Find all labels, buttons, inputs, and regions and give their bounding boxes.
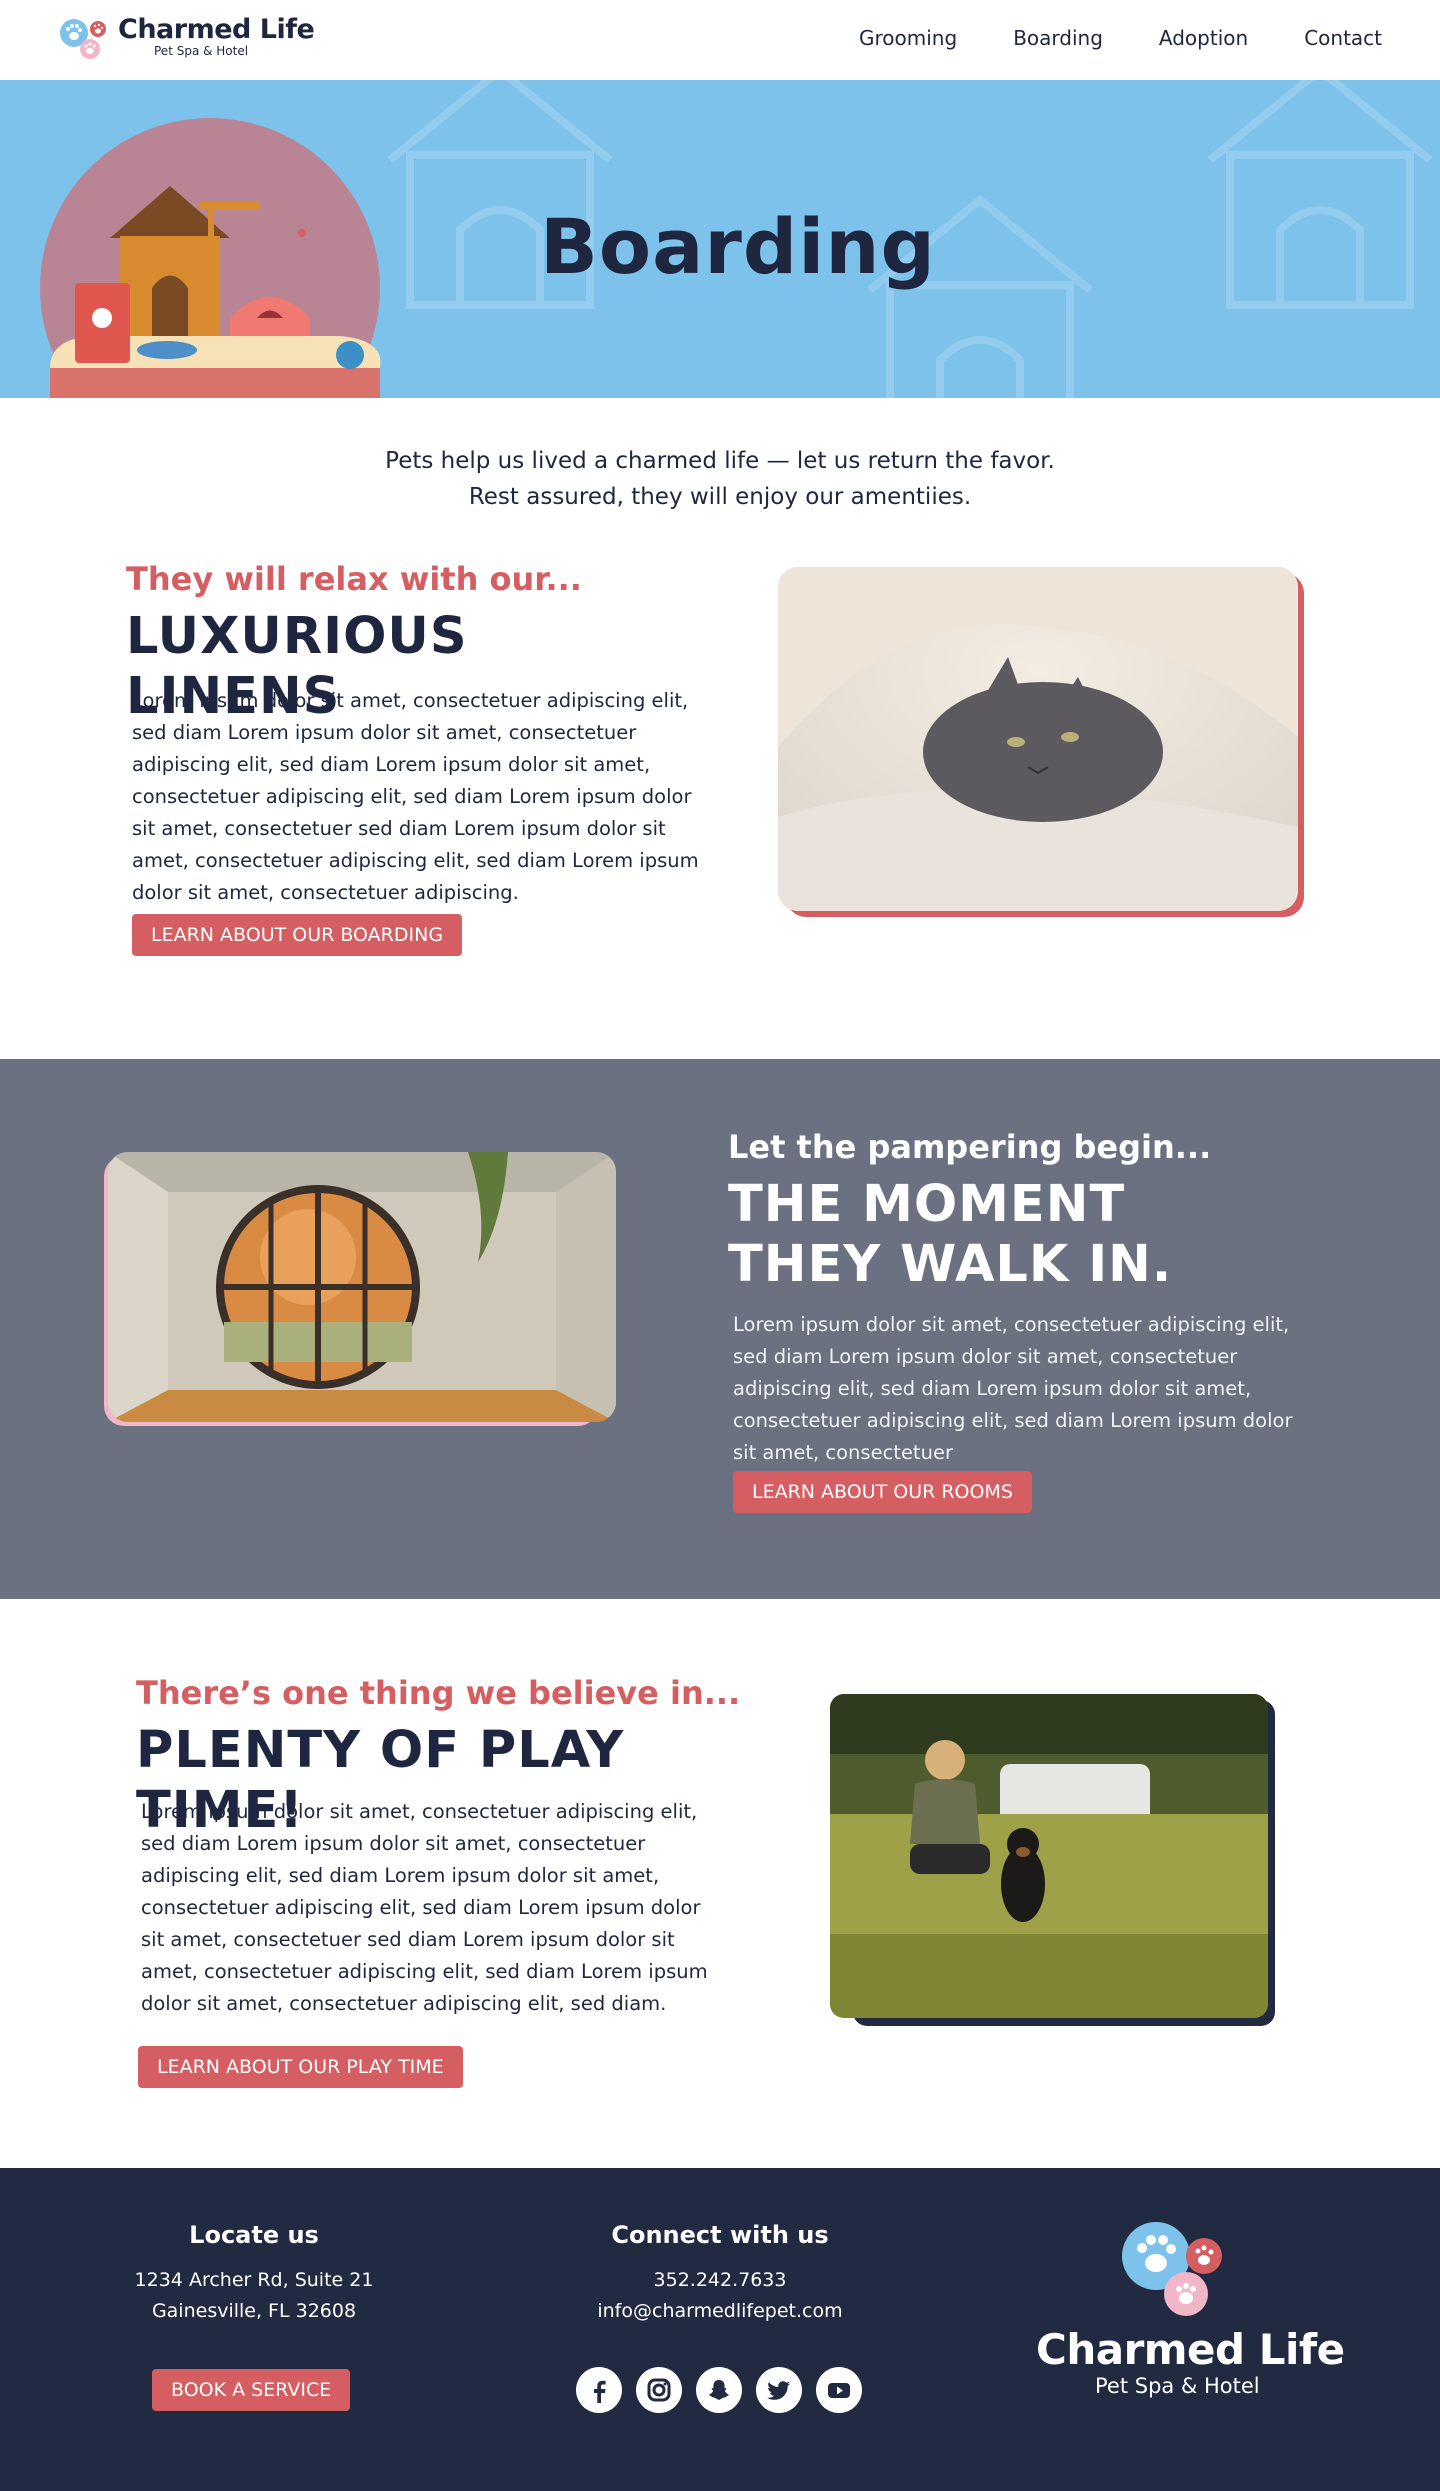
brand-name: Charmed Life	[118, 14, 315, 45]
learn-boarding-button[interactable]: LEARN ABOUT OUR BOARDING	[132, 914, 463, 956]
rooms-heading: THE MOMENT THEY WALK IN.	[728, 1175, 1173, 1294]
intro-text: Pets help us lived a charmed life — let …	[0, 443, 1440, 515]
footer-brand-tagline: Pet Spa & Hotel	[1095, 2374, 1260, 2398]
brand-tagline: Pet Spa & Hotel	[154, 44, 249, 58]
phone-number[interactable]: 352.242.7633	[570, 2269, 870, 2291]
dog-playing-photo	[830, 1694, 1268, 2018]
linens-body: Lorem ipsum dolor sit amet, consectetuer…	[132, 689, 699, 904]
facebook-icon[interactable]	[576, 2367, 622, 2413]
hero-banner: Boarding	[0, 80, 1440, 398]
instagram-icon[interactable]	[636, 2367, 682, 2413]
book-service-button[interactable]: BOOK A SERVICE	[152, 2369, 351, 2411]
email-address[interactable]: info@charmedlifepet.com	[570, 2300, 870, 2322]
footer-brand-name: Charmed Life	[1036, 2325, 1345, 2374]
learn-rooms-button[interactable]: LEARN ABOUT OUR ROOMS	[733, 1471, 1032, 1513]
rooms-body: Lorem ipsum dolor sit amet, consectetuer…	[733, 1313, 1293, 1464]
nav-link-boarding[interactable]: Boarding	[1013, 26, 1103, 50]
pet-house-illustration	[40, 118, 381, 398]
address-line-2: Gainesville, FL 32608	[151, 2300, 357, 2322]
cat-blanket-photo	[778, 567, 1298, 911]
nav-link-grooming[interactable]: Grooming	[859, 26, 957, 50]
playtime-kicker: There’s one thing we believe in...	[136, 1674, 741, 1712]
round-window-room-photo	[108, 1152, 616, 1422]
rooms-kicker: Let the pampering begin...	[728, 1128, 1212, 1166]
main-nav: Grooming Boarding Adoption Contact	[859, 26, 1382, 50]
intro-line-1: Pets help us lived a charmed life — let …	[385, 448, 1055, 474]
site-header: Charmed Life Pet Spa & Hotel Grooming Bo…	[0, 0, 1440, 80]
intro-line-2: Rest assured, they will enjoy our amenti…	[468, 484, 972, 510]
linens-kicker: They will relax with our...	[126, 560, 582, 598]
connect-heading: Connect with us	[611, 2221, 829, 2249]
footer-paw-logo-icon	[1122, 2222, 1222, 2316]
address-line-1: 1234 Archer Rd, Suite 21	[134, 2269, 374, 2291]
nav-link-adoption[interactable]: Adoption	[1159, 26, 1248, 50]
page-title: Boarding	[540, 202, 936, 291]
brand-logo[interactable]: Charmed Life Pet Spa & Hotel	[58, 13, 318, 61]
nav-link-contact[interactable]: Contact	[1304, 26, 1382, 50]
paw-logo-icon	[60, 19, 106, 59]
youtube-icon[interactable]	[816, 2367, 862, 2413]
playtime-body: Lorem ipsum dolor sit amet, consectetuer…	[141, 1800, 708, 2015]
learn-playtime-button[interactable]: LEARN ABOUT OUR PLAY TIME	[138, 2046, 463, 2088]
twitter-icon[interactable]	[756, 2367, 802, 2413]
locate-heading: Locate us	[189, 2221, 319, 2249]
snapchat-icon[interactable]	[696, 2367, 742, 2413]
